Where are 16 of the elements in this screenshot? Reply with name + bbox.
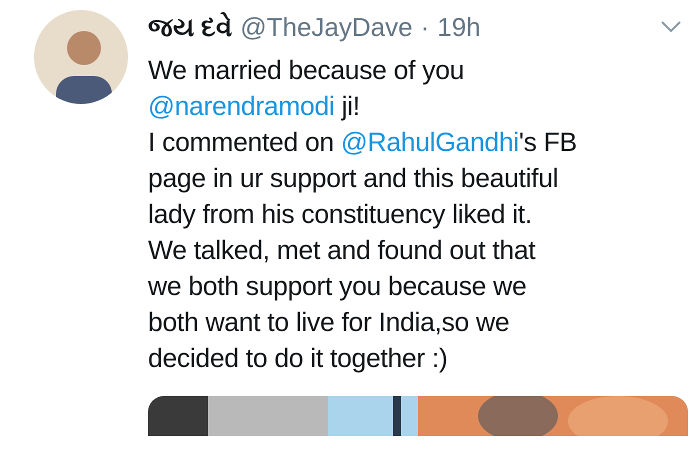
tweet-text-line: We married because of you: [148, 54, 466, 87]
separator: ·: [420, 12, 430, 43]
tweet-text-line: page in ur support and this beautiful: [148, 162, 560, 195]
tweet-text-line: @narendramodi ji!: [148, 90, 361, 123]
display-name[interactable]: જય દવે: [148, 12, 232, 43]
tweet-text-line: decided to do it together :): [148, 342, 448, 375]
chevron-icon[interactable]: [660, 20, 682, 34]
tweet-text-line: we both support you because we: [148, 270, 528, 303]
mention-link[interactable]: @narendramodi: [148, 91, 335, 121]
user-handle[interactable]: @TheJayDave: [240, 12, 413, 43]
tweet-text-line: I commented on @RahulGandhi's FB: [148, 126, 578, 159]
tweet-text-line: We talked, met and found out that: [148, 234, 536, 267]
mention-link[interactable]: @RahulGandhi: [340, 127, 519, 157]
tweet-text-line: lady from his constituency liked it.: [148, 198, 533, 231]
tweet-time[interactable]: 19h: [437, 12, 481, 43]
tweet-text-line: both want to live for India,so we: [148, 306, 510, 339]
